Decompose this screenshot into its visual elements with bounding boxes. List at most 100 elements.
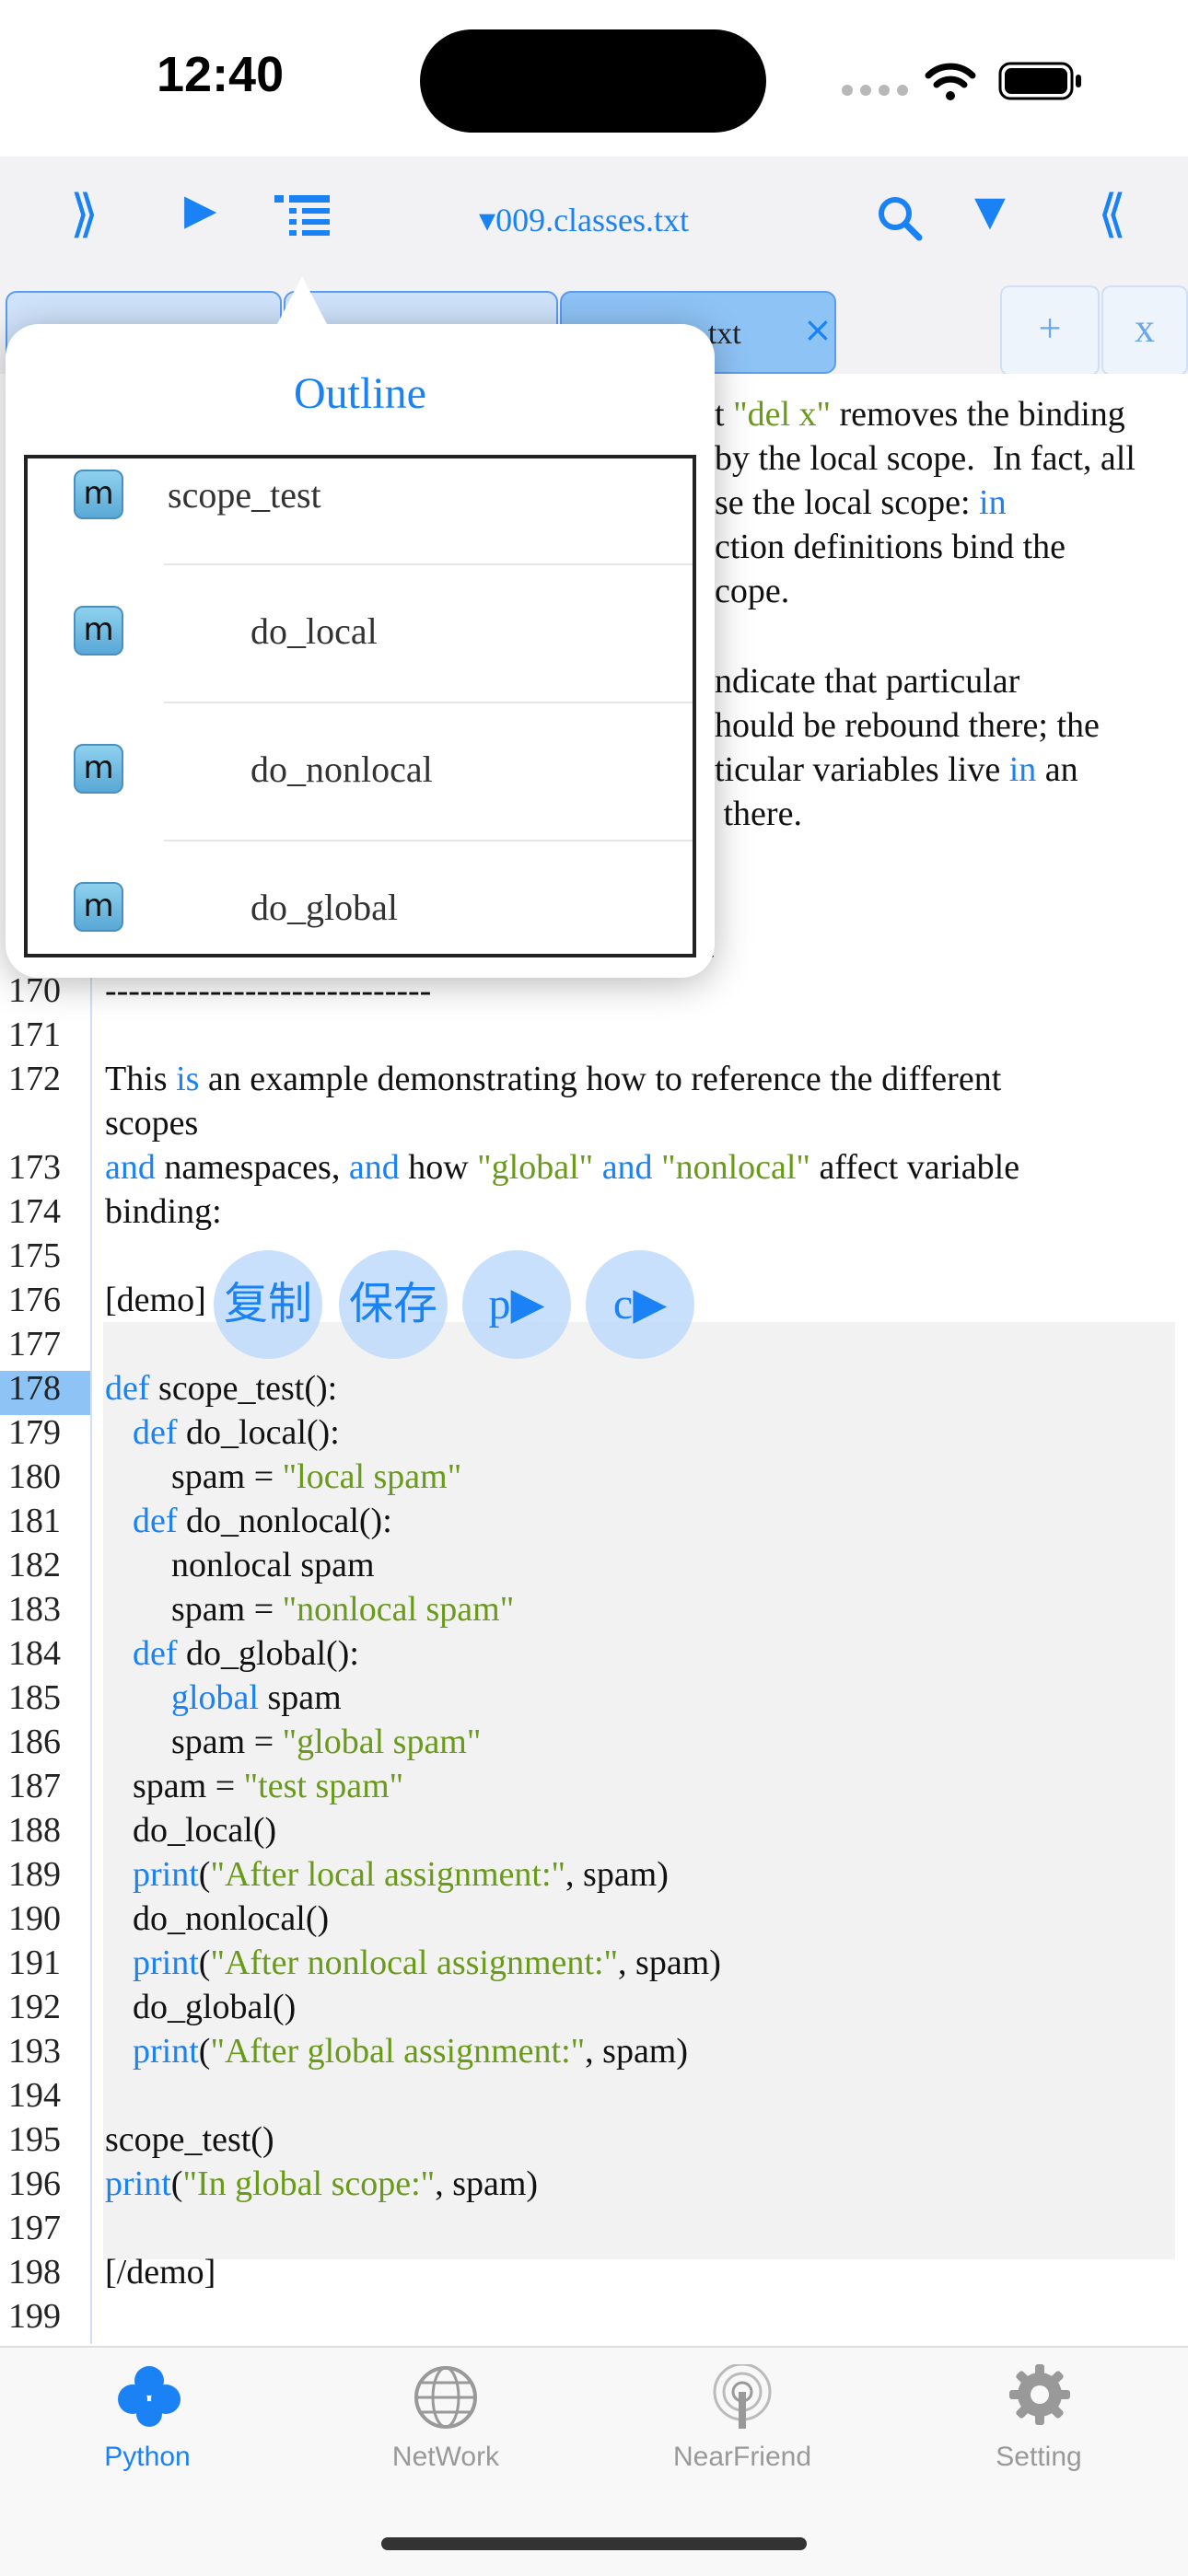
line-number: 196 bbox=[8, 2164, 61, 2203]
line-number: 178 bbox=[8, 1369, 61, 1408]
code-line: print("After nonlocal assignment:", spam… bbox=[133, 1944, 721, 1982]
line-number: 190 bbox=[8, 1899, 61, 1938]
method-icon: m bbox=[74, 470, 123, 519]
gear-icon bbox=[1009, 2364, 1070, 2425]
expand-icon[interactable]: ⟫ bbox=[70, 184, 99, 244]
line-number: 188 bbox=[8, 1811, 61, 1850]
line-number: 183 bbox=[8, 1590, 61, 1629]
file-title[interactable]: ▾009.classes.txt bbox=[479, 201, 689, 239]
code-line: print("After global assignment:", spam) bbox=[133, 2032, 689, 2071]
outline-item-label: do_nonlocal bbox=[250, 748, 433, 790]
code-line: binding: bbox=[105, 1192, 222, 1231]
search-icon[interactable] bbox=[875, 193, 926, 245]
signal-dot-icon bbox=[842, 85, 853, 96]
outline-item-label: scope_test bbox=[168, 474, 321, 516]
method-icon: m bbox=[74, 882, 123, 932]
wifi-icon bbox=[925, 63, 976, 100]
code-line: cope. bbox=[715, 572, 790, 610]
line-number: 177 bbox=[8, 1325, 61, 1363]
line-number: 199 bbox=[8, 2297, 61, 2336]
code-line: se the local scope: in bbox=[715, 483, 1007, 522]
run-button[interactable]: ▶ bbox=[184, 184, 216, 234]
line-number: 175 bbox=[8, 1236, 61, 1275]
outline-item-label: do_global bbox=[250, 887, 398, 928]
line-number: 180 bbox=[8, 1457, 61, 1496]
code-line: there. bbox=[715, 795, 802, 833]
line-number: 187 bbox=[8, 1767, 61, 1805]
code-line: scopes bbox=[105, 1104, 199, 1143]
copy-button[interactable]: 复制 bbox=[214, 1250, 322, 1359]
code-line: do_nonlocal() bbox=[133, 1899, 330, 1938]
collapse-icon[interactable]: ⟪ bbox=[1098, 184, 1126, 244]
line-number: 172 bbox=[8, 1060, 61, 1098]
line-number: 176 bbox=[8, 1281, 61, 1319]
line-number: 198 bbox=[8, 2253, 61, 2292]
battery-icon bbox=[998, 62, 1081, 100]
popover-arrow bbox=[276, 276, 328, 326]
outline-item-label: do_local bbox=[250, 610, 378, 652]
status-time: 12:40 bbox=[157, 47, 285, 102]
code-line: t "del x" removes the binding bbox=[715, 395, 1125, 434]
line-number: 191 bbox=[8, 1944, 61, 1982]
method-icon: m bbox=[74, 606, 123, 656]
run-p-button[interactable]: p▶ bbox=[462, 1250, 571, 1359]
tab-label-setting: Setting bbox=[996, 2442, 1082, 2472]
line-number: 182 bbox=[8, 1546, 61, 1584]
code-line: nonlocal spam bbox=[171, 1546, 375, 1584]
line-number: 181 bbox=[8, 1502, 61, 1540]
code-line: global spam bbox=[171, 1678, 342, 1717]
code-line: spam = "local spam" bbox=[171, 1457, 462, 1496]
outline-item-do-global[interactable]: m do_global bbox=[28, 841, 693, 952]
code-line: do_global() bbox=[133, 1988, 297, 2026]
line-number: 192 bbox=[8, 1988, 61, 2026]
line-number: 194 bbox=[8, 2076, 61, 2115]
code-line: def do_local(): bbox=[133, 1413, 340, 1452]
line-number: 184 bbox=[8, 1634, 61, 1673]
code-line: ndicate that particular bbox=[715, 662, 1020, 701]
code-line: and namespaces, and how "global" and "no… bbox=[105, 1148, 1020, 1187]
add-tab-button[interactable]: + bbox=[1000, 285, 1100, 376]
code-line: print("In global scope:", spam) bbox=[105, 2164, 539, 2203]
code-line: spam = "test spam" bbox=[133, 1767, 404, 1805]
signal-dot-icon bbox=[860, 85, 871, 96]
tab-close-icon[interactable]: × bbox=[803, 309, 833, 350]
line-number: 173 bbox=[8, 1148, 61, 1187]
globe-icon bbox=[414, 2366, 477, 2429]
antenna-icon bbox=[713, 2364, 772, 2429]
code-line: do_local() bbox=[133, 1811, 277, 1850]
code-line: spam = "global spam" bbox=[171, 1723, 482, 1761]
code-line: ticular variables live in an bbox=[715, 750, 1078, 789]
outline-list-icon[interactable] bbox=[273, 190, 333, 245]
tab-label-python: Python bbox=[104, 2442, 191, 2472]
method-icon: m bbox=[74, 744, 123, 794]
line-number: 185 bbox=[8, 1678, 61, 1717]
python-icon bbox=[118, 2366, 181, 2427]
close-all-tabs-button[interactable]: x bbox=[1101, 285, 1188, 376]
save-button[interactable]: 保存 bbox=[339, 1250, 448, 1359]
code-line: ction definitions bind the bbox=[715, 528, 1066, 566]
line-number: 197 bbox=[8, 2209, 61, 2247]
code-line: by the local scope. In fact, all bbox=[715, 439, 1136, 478]
line-number: 195 bbox=[8, 2120, 61, 2159]
code-line: def do_nonlocal(): bbox=[133, 1502, 392, 1540]
code-line: This is an example demonstrating how to … bbox=[105, 1060, 1002, 1098]
dynamic-island bbox=[420, 29, 766, 133]
home-indicator bbox=[381, 2537, 807, 2550]
tab-label-nearfriend: NearFriend bbox=[672, 2442, 812, 2472]
line-number: 174 bbox=[8, 1192, 61, 1231]
run-c-button[interactable]: c▶ bbox=[586, 1250, 694, 1359]
code-line: [/demo] bbox=[105, 2253, 216, 2292]
line-number: 171 bbox=[8, 1015, 61, 1054]
line-number: 193 bbox=[8, 2032, 61, 2071]
code-line: hould be rebound there; the bbox=[715, 706, 1100, 745]
line-number: 179 bbox=[8, 1413, 61, 1452]
signal-dot-icon bbox=[897, 85, 908, 96]
outline-item-do-local[interactable]: m do_local bbox=[28, 565, 693, 702]
outline-item-do-nonlocal[interactable]: m do_nonlocal bbox=[28, 703, 693, 840]
code-line: def do_global(): bbox=[133, 1634, 359, 1673]
code-line: scope_test() bbox=[105, 2120, 274, 2159]
dropdown-icon[interactable]: ▼ bbox=[974, 188, 1006, 235]
code-line: [demo] bbox=[105, 1281, 206, 1319]
line-number: 186 bbox=[8, 1723, 61, 1761]
tab-label-network: NetWork bbox=[391, 2442, 500, 2472]
